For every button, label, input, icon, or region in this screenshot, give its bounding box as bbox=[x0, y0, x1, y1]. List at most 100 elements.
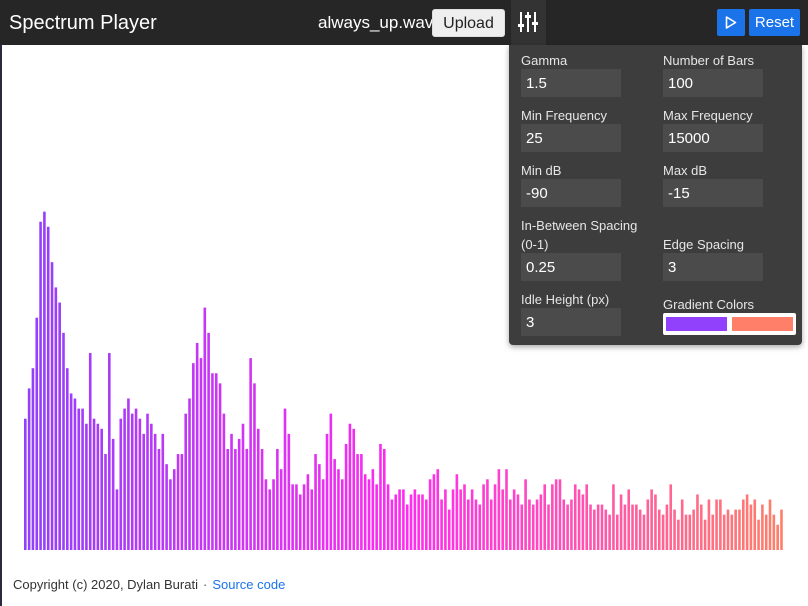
source-code-link[interactable]: Source code bbox=[212, 577, 285, 592]
spectrum-bar bbox=[741, 499, 745, 550]
spectrum-bar bbox=[654, 494, 657, 550]
spectrum-bar bbox=[172, 469, 176, 550]
spectrum-bar bbox=[509, 499, 512, 550]
spectrum-bar bbox=[203, 307, 207, 550]
spectrum-bar bbox=[547, 504, 550, 550]
spectrum-bar bbox=[165, 464, 168, 550]
spectrum-bar bbox=[726, 509, 730, 550]
spectrum-bar bbox=[58, 302, 61, 550]
spectrum-bar bbox=[768, 499, 772, 550]
spectrum-bar bbox=[738, 509, 741, 550]
spectrum-bar bbox=[195, 342, 199, 550]
gradient-start-swatch[interactable] bbox=[666, 317, 727, 331]
spectrum-bar bbox=[207, 332, 210, 550]
spectrum-bar bbox=[688, 514, 692, 550]
spectrum-bar bbox=[436, 469, 440, 550]
max-db-input[interactable] bbox=[663, 179, 763, 207]
spectrum-bar bbox=[394, 494, 398, 550]
spectrum-bar bbox=[119, 418, 123, 550]
spectrum-bar bbox=[111, 438, 115, 550]
spectrum-bar bbox=[585, 484, 589, 550]
spectrum-bar bbox=[104, 454, 107, 550]
spectrum-bar bbox=[482, 484, 485, 550]
idle-height-input[interactable] bbox=[521, 308, 621, 336]
spectrum-bar bbox=[302, 484, 306, 550]
upload-button[interactable]: Upload bbox=[432, 9, 505, 37]
spectrum-bar bbox=[554, 479, 558, 550]
spectrum-bar bbox=[382, 449, 386, 550]
spectrum-bar bbox=[608, 514, 611, 550]
spectrum-bar bbox=[505, 469, 508, 550]
spectrum-bar bbox=[650, 489, 653, 550]
spectrum-bar bbox=[497, 469, 501, 550]
spectrum-bar bbox=[696, 494, 699, 550]
top-bar: Spectrum Player always_up.wav Upload Res… bbox=[0, 0, 808, 45]
spectrum-bar bbox=[719, 499, 722, 550]
play-button[interactable] bbox=[717, 9, 745, 36]
spectrum-bar bbox=[230, 433, 233, 550]
spectrum-bar bbox=[493, 484, 497, 550]
spectrum-bar bbox=[234, 449, 237, 550]
spectrum-bar bbox=[39, 221, 42, 550]
spectrum-bar bbox=[680, 499, 684, 550]
reset-button[interactable]: Reset bbox=[749, 9, 800, 36]
spectrum-bar bbox=[272, 479, 275, 550]
spacing-input[interactable] bbox=[521, 253, 621, 281]
spectrum-bar bbox=[463, 484, 466, 550]
spectrum-bar bbox=[486, 479, 489, 550]
spectrum-bar bbox=[386, 484, 390, 550]
spectrum-bar bbox=[501, 489, 504, 550]
spectrum-bar bbox=[337, 469, 340, 550]
spectrum-bar bbox=[241, 423, 245, 550]
spectrum-bar bbox=[684, 514, 688, 550]
spectrum-bar bbox=[214, 373, 218, 550]
spectrum-bar bbox=[428, 479, 432, 550]
spectrum-bar bbox=[249, 358, 252, 550]
spectrum-bar bbox=[276, 449, 279, 550]
spectrum-bar bbox=[356, 454, 359, 550]
spectrum-bar bbox=[573, 484, 577, 550]
gamma-input[interactable] bbox=[521, 69, 621, 97]
spectrum-bar bbox=[66, 368, 69, 550]
spectrum-bar bbox=[371, 469, 375, 550]
spectrum-bar bbox=[539, 494, 543, 550]
spectrum-bar bbox=[138, 418, 142, 550]
spectrum-bar bbox=[627, 489, 631, 550]
max-frequency-input[interactable] bbox=[663, 124, 763, 152]
spectrum-bar bbox=[745, 494, 749, 550]
spectrum-bar bbox=[474, 499, 478, 550]
spectrum-bar bbox=[489, 499, 493, 550]
spectrum-bar bbox=[360, 454, 363, 550]
min-db-label: Min dB bbox=[521, 163, 562, 178]
spacing-range-label: (0-1) bbox=[521, 237, 549, 252]
spectrum-bar bbox=[253, 383, 256, 550]
spectrum-bar bbox=[425, 499, 428, 550]
spectrum-bar bbox=[211, 373, 214, 550]
spectrum-bar bbox=[329, 413, 333, 550]
spectrum-bar bbox=[363, 474, 367, 550]
spectrum-bar bbox=[528, 499, 531, 550]
spectrum-bar bbox=[100, 428, 103, 550]
spectrum-bar bbox=[646, 499, 650, 550]
spectrum-bar bbox=[27, 388, 31, 550]
spectrum-bar bbox=[73, 398, 77, 550]
spectrum-bar bbox=[85, 423, 88, 550]
spectrum-bar bbox=[722, 514, 726, 550]
gradient-end-swatch[interactable] bbox=[732, 317, 793, 331]
spectrum-bar bbox=[531, 504, 535, 550]
spectrum-bar bbox=[761, 504, 764, 550]
spectrum-bar bbox=[665, 504, 669, 550]
sliders-icon bbox=[518, 12, 538, 32]
spectrum-bar bbox=[146, 413, 149, 550]
min-db-input[interactable] bbox=[521, 179, 621, 207]
spectrum-bar bbox=[333, 459, 336, 550]
settings-toggle-button[interactable] bbox=[511, 0, 546, 45]
spectrum-bar bbox=[619, 494, 623, 550]
spectrum-bar bbox=[245, 449, 249, 550]
spectrum-bar bbox=[451, 489, 455, 550]
spectrum-bar bbox=[92, 418, 96, 550]
spectrum-bar bbox=[43, 211, 46, 550]
num-bars-input[interactable] bbox=[663, 69, 763, 97]
min-frequency-input[interactable] bbox=[521, 124, 621, 152]
edge-spacing-input[interactable] bbox=[663, 253, 763, 281]
